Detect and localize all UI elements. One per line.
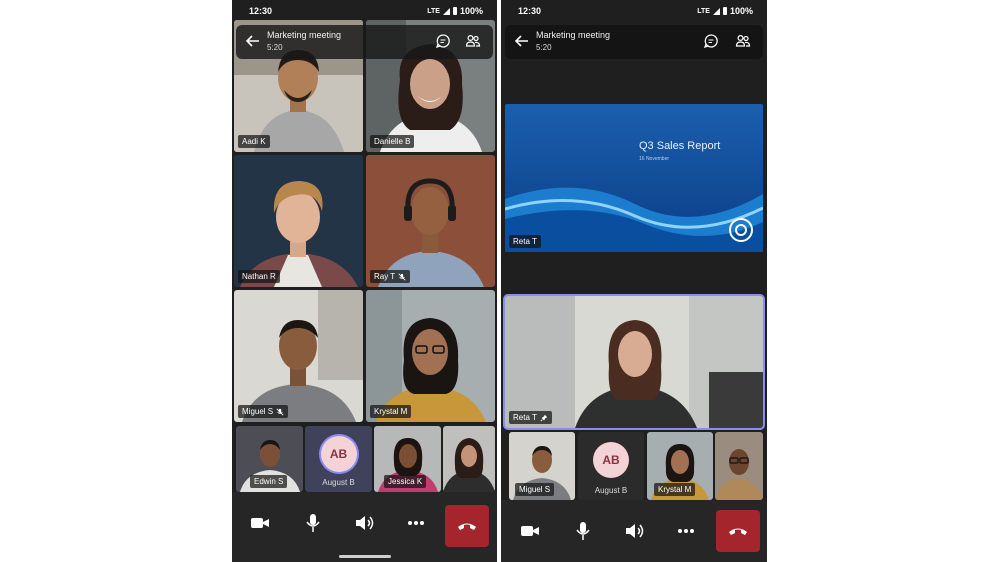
participant-tile[interactable]: Krystal M	[647, 432, 713, 500]
participant-video	[366, 290, 495, 422]
call-controls	[232, 492, 497, 562]
camera-icon[interactable]	[249, 512, 271, 534]
participant-name-label: August B	[322, 478, 355, 487]
participant-tile[interactable]: Jessica K	[374, 426, 441, 492]
participant-tile[interactable]: Miguel S	[234, 290, 363, 422]
home-indicator[interactable]	[338, 555, 391, 558]
participant-name-label: Aadi K	[238, 135, 270, 148]
participant-name-label: Krystal M	[370, 405, 412, 418]
microphone-icon[interactable]	[302, 512, 324, 534]
participant-tile[interactable]: AB August B	[578, 432, 644, 500]
ring-logo-icon	[729, 218, 753, 242]
speaker-icon[interactable]	[353, 512, 375, 534]
battery-icon	[452, 7, 457, 15]
back-arrow-icon[interactable]	[245, 33, 261, 49]
slide-wave-graphic	[505, 187, 763, 252]
more-icon[interactable]	[405, 512, 427, 534]
participant-name-label: Nathan R	[238, 270, 280, 283]
participant-video	[715, 432, 763, 500]
participant-tile[interactable]: Krystal M	[366, 290, 495, 422]
hang-up-button[interactable]	[445, 505, 489, 547]
participant-tile[interactable]: Miguel S	[509, 432, 575, 500]
participant-video	[234, 155, 363, 287]
meeting-header: Marketing meeting 5:20	[236, 25, 493, 59]
participant-name-label: Krystal M	[654, 483, 696, 496]
slide-subtitle: 16 November	[639, 156, 670, 162]
battery-icon	[722, 7, 727, 15]
battery-level: 100%	[459, 6, 483, 16]
phone-left: 12:30 LTE 100% Aadi K Danielle B Nathan …	[232, 0, 497, 562]
participant-video	[443, 426, 495, 492]
mic-off-icon	[276, 408, 284, 415]
meeting-title: Marketing meeting	[536, 30, 611, 40]
network-type: LTE	[697, 7, 710, 15]
participant-name-label: Edwin S	[250, 475, 288, 488]
participant-name-label: Reta T	[509, 411, 552, 424]
meeting-title: Marketing meeting	[267, 30, 342, 40]
meeting-duration: 5:20	[267, 43, 283, 52]
participant-video	[366, 155, 495, 287]
avatar: AB	[320, 436, 357, 472]
participant-name-label: August B	[594, 486, 628, 495]
back-arrow-icon[interactable]	[514, 33, 530, 49]
phone-right: 12:30 LTE 100% Marketing meeting 5:20 Q3…	[501, 0, 767, 562]
microphone-icon[interactable]	[572, 520, 594, 542]
participant-name-label: Ray T	[370, 270, 411, 283]
participant-tile[interactable]: AB August B	[305, 426, 372, 492]
participant-name-label: Miguel S	[238, 405, 289, 418]
status-bar: 12:30 LTE 100%	[501, 0, 767, 22]
participant-tile[interactable]	[443, 426, 495, 492]
mic-off-icon	[398, 273, 406, 280]
participants-icon[interactable]	[735, 33, 751, 49]
participant-tile[interactable]: Edwin S	[236, 426, 303, 492]
participant-tile[interactable]	[715, 432, 763, 500]
participant-video	[234, 290, 363, 422]
more-icon[interactable]	[675, 520, 697, 542]
participant-video	[505, 296, 763, 428]
chat-icon[interactable]	[703, 33, 719, 49]
network-type: LTE	[427, 7, 440, 15]
status-bar: 12:30 LTE 100%	[232, 0, 497, 22]
featured-participant-tile[interactable]: Reta T	[505, 296, 763, 428]
slide-title: Q3 Sales Report	[639, 140, 721, 152]
signal-icon	[442, 7, 450, 15]
participant-tile[interactable]: Nathan R	[234, 155, 363, 287]
participant-name-label: Jessica K	[384, 475, 427, 488]
shared-content[interactable]: Q3 Sales Report 16 November Reta T	[505, 104, 763, 252]
meeting-header: Marketing meeting 5:20	[505, 25, 763, 59]
avatar: AB	[593, 442, 629, 478]
status-time: 12:30	[249, 6, 273, 16]
hang-up-button[interactable]	[716, 510, 760, 552]
camera-icon[interactable]	[519, 520, 541, 542]
hang-up-icon	[729, 528, 747, 535]
chat-icon[interactable]	[435, 33, 451, 49]
meeting-duration: 5:20	[536, 43, 552, 52]
participants-icon[interactable]	[465, 33, 481, 49]
participant-name-label: Danielle B	[370, 135, 415, 148]
pin-icon	[540, 414, 548, 421]
hang-up-icon	[458, 523, 476, 530]
call-controls	[501, 500, 767, 562]
participant-tile[interactable]: Ray T	[366, 155, 495, 287]
participant-name-label: Miguel S	[515, 483, 555, 496]
speaker-icon[interactable]	[623, 520, 645, 542]
battery-level: 100%	[729, 6, 753, 16]
status-time: 12:30	[518, 6, 542, 16]
presenter-label: Reta T	[509, 235, 541, 248]
signal-icon	[712, 7, 720, 15]
